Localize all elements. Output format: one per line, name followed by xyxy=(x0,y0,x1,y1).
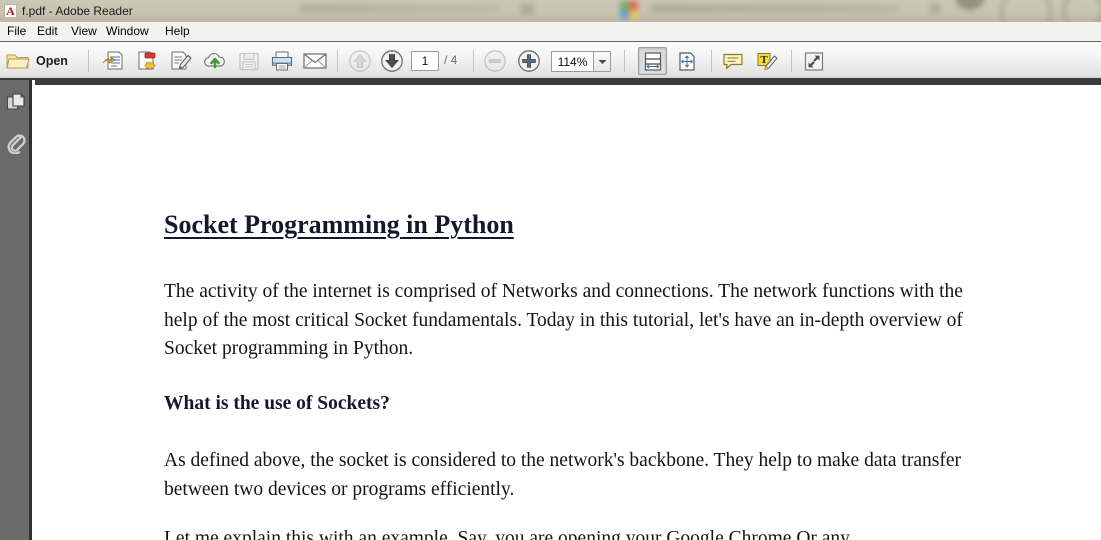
highlight-text-button[interactable]: T xyxy=(752,47,781,75)
toolbar-separator xyxy=(711,50,712,72)
sign-document-button[interactable] xyxy=(166,47,196,75)
sign-document-icon xyxy=(171,51,192,70)
toolbar-separator xyxy=(473,50,474,72)
fit-page-icon xyxy=(678,51,695,71)
zoom-level-input[interactable]: 114% xyxy=(551,51,593,72)
blurred-desktop-background xyxy=(0,0,1101,22)
navigation-sidebar xyxy=(0,80,32,540)
page-total-label: / 4 xyxy=(444,53,458,67)
document-paragraph-2: As defined above, the socket is consider… xyxy=(164,450,961,500)
highlight-text-icon: T xyxy=(757,52,778,70)
window-title: f.pdf - Adobe Reader xyxy=(22,4,133,18)
toolbar-separator xyxy=(791,50,792,72)
minus-circle-icon xyxy=(484,50,506,72)
arrow-up-icon xyxy=(349,50,371,72)
chevron-down-icon xyxy=(598,59,606,64)
menu-item-help[interactable]: Help xyxy=(160,23,195,40)
expand-arrows-icon xyxy=(804,51,823,71)
fit-page-button[interactable] xyxy=(672,47,701,75)
plus-circle-icon xyxy=(518,50,540,72)
open-file-button[interactable] xyxy=(3,47,33,75)
adobe-reader-window: A f.pdf - Adobe Reader File Edit View Wi… xyxy=(0,0,1101,540)
toolbar-separator xyxy=(337,50,338,72)
main-toolbar: Open 1 / 4 114% T xyxy=(0,41,1101,80)
print-button[interactable] xyxy=(267,47,297,75)
menu-bar: File Edit View Window Help xyxy=(0,22,1101,42)
page-thumbnails-icon xyxy=(6,93,25,110)
document-heading: Socket Programming in Python xyxy=(164,210,514,239)
zoom-out-button[interactable] xyxy=(481,47,509,75)
adobe-icon-letter: A xyxy=(6,4,15,18)
save-button[interactable] xyxy=(234,47,264,75)
save-floppy-icon xyxy=(239,52,259,70)
fit-width-icon xyxy=(644,51,661,71)
folder-open-icon xyxy=(6,54,30,69)
page-number-input[interactable]: 1 xyxy=(411,51,439,71)
comment-bubble-icon xyxy=(722,53,743,70)
create-pdf-icon xyxy=(102,51,123,70)
attachments-button[interactable] xyxy=(3,128,29,158)
send-files-button[interactable] xyxy=(200,47,230,75)
printer-icon xyxy=(271,51,293,71)
envelope-icon xyxy=(303,53,327,69)
previous-page-button[interactable] xyxy=(346,47,374,75)
page-thumbnails-button[interactable] xyxy=(3,87,29,117)
menu-item-file[interactable]: File xyxy=(2,23,31,40)
fullscreen-button[interactable] xyxy=(799,47,828,75)
sticky-note-button[interactable] xyxy=(718,47,747,75)
arrow-down-icon xyxy=(381,50,403,72)
upload-cloud-icon xyxy=(204,52,225,69)
fit-width-button[interactable] xyxy=(638,47,667,75)
paperclip-icon xyxy=(7,134,26,154)
next-page-button[interactable] xyxy=(378,47,406,75)
create-pdf-button[interactable] xyxy=(98,47,128,75)
document-paragraph-3: Let me explain this with an example. Say… xyxy=(164,528,850,540)
combine-pdf-button[interactable] xyxy=(132,47,162,75)
toolbar-separator xyxy=(624,50,625,72)
email-button[interactable] xyxy=(300,47,330,75)
adobe-acrobat-icon: A xyxy=(4,4,17,18)
menu-item-edit[interactable]: Edit xyxy=(32,23,63,40)
combine-files-icon xyxy=(138,51,156,70)
pdf-page: Socket Programming in Python The activit… xyxy=(35,85,1101,540)
menu-item-window[interactable]: Window xyxy=(101,23,154,40)
open-button-label: Open xyxy=(36,54,68,68)
document-viewer[interactable]: Socket Programming in Python The activit… xyxy=(35,80,1101,540)
menu-item-view[interactable]: View xyxy=(66,23,102,40)
document-paragraph-1: The activity of the internet is comprise… xyxy=(164,281,963,359)
document-subheading-1: What is the use of Sockets? xyxy=(164,393,390,414)
title-bar: A f.pdf - Adobe Reader xyxy=(0,0,1101,22)
zoom-dropdown-button[interactable] xyxy=(593,51,611,72)
zoom-in-button[interactable] xyxy=(515,47,543,75)
toolbar-separator xyxy=(88,50,89,72)
